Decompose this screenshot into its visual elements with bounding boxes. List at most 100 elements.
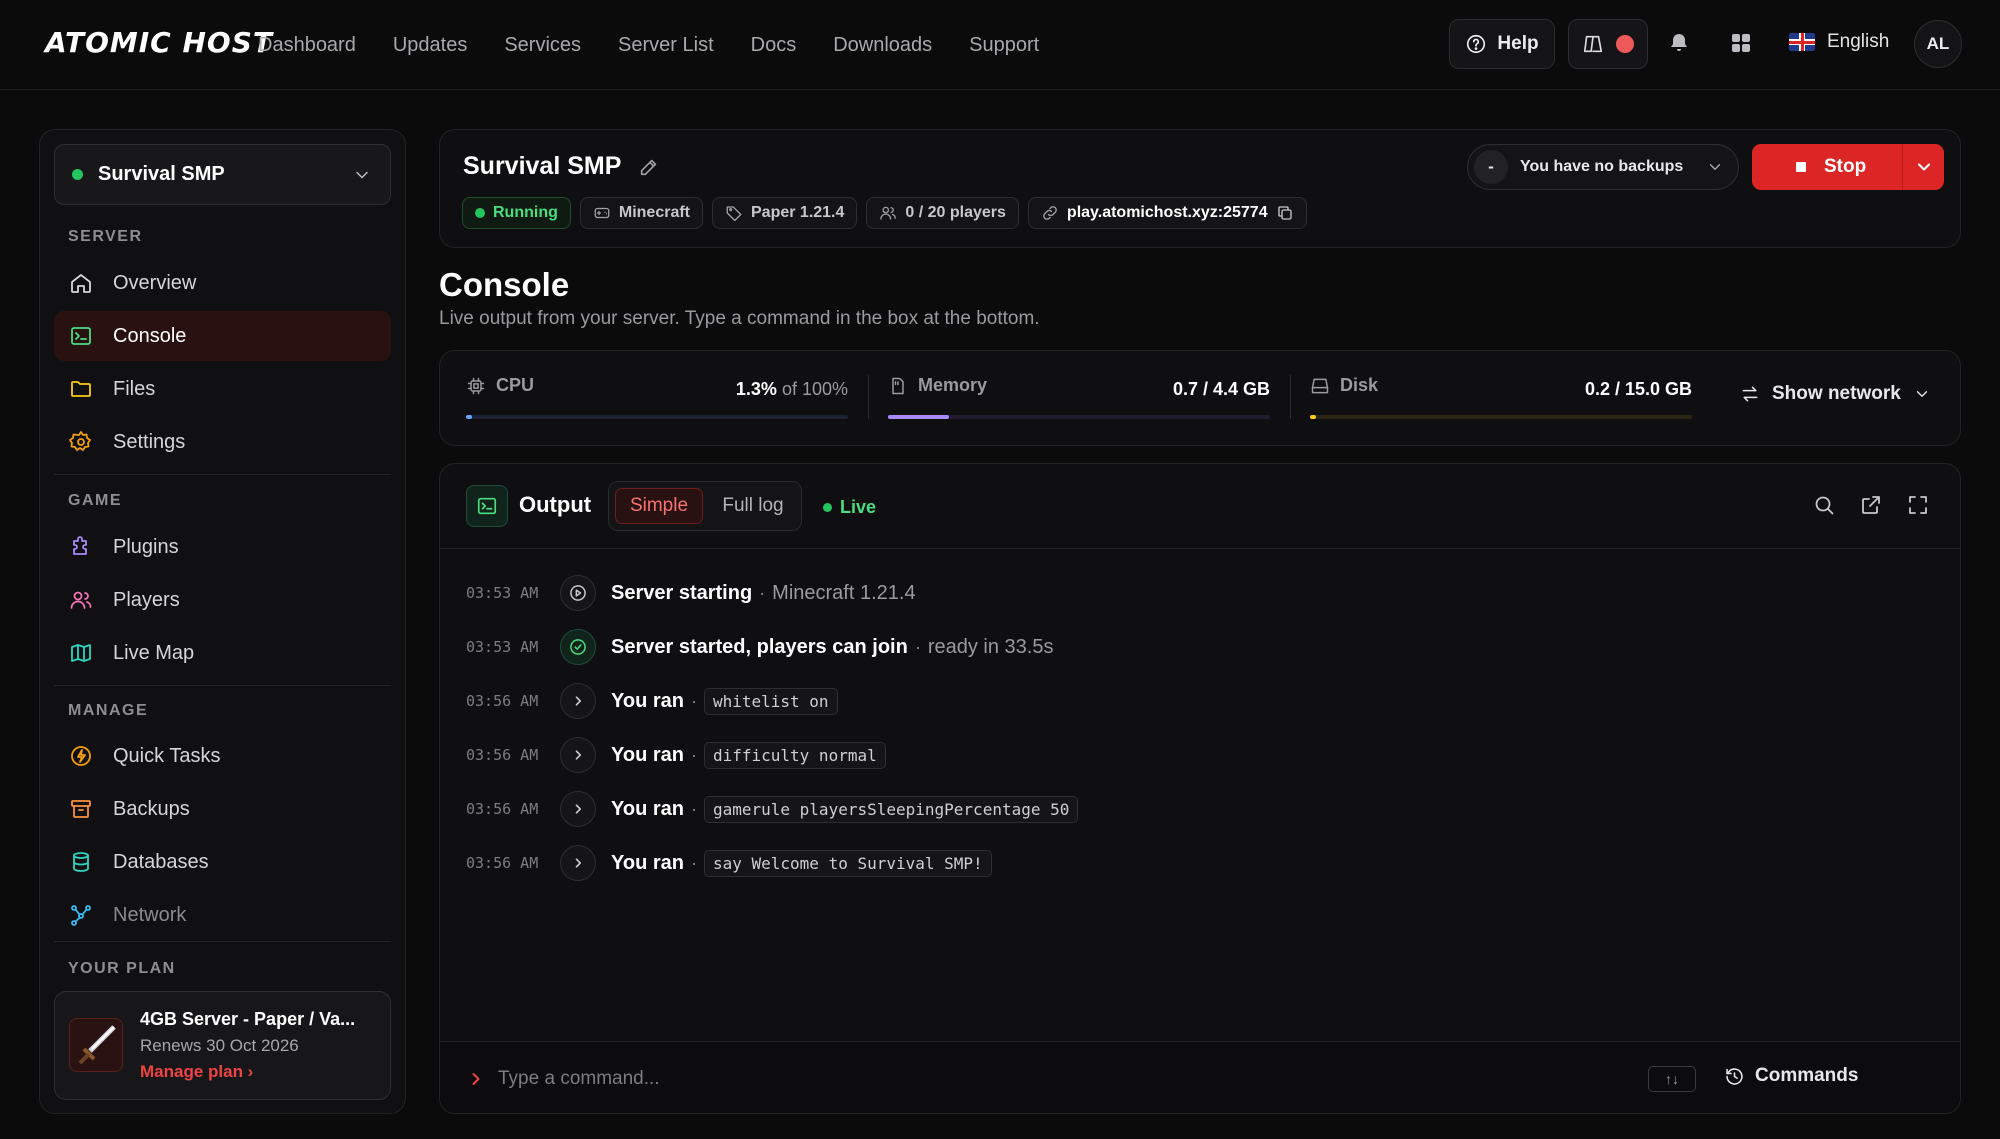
language-label: English <box>1827 31 1890 52</box>
chevron-down-icon <box>356 171 368 179</box>
show-network-label: Show network <box>1772 383 1901 404</box>
chevron-down-icon <box>1916 391 1927 397</box>
commands-button[interactable]: Commands <box>1724 1065 1858 1087</box>
uk-flag-icon <box>1789 33 1815 51</box>
output-header: Output Simple Full log Live <box>440 464 1960 549</box>
section-your-plan: YOUR PLAN <box>68 960 176 977</box>
server-address-chip[interactable]: play.atomichost.xyz:25774 <box>1027 197 1307 229</box>
sidebar-item-label: Backups <box>113 797 190 820</box>
puzzle-icon <box>73 536 87 555</box>
disk-icon <box>1311 378 1329 393</box>
mode-simple-tab[interactable]: Simple <box>615 488 703 524</box>
status-label: Running <box>493 204 558 221</box>
server-selector[interactable]: Survival SMP <box>54 144 391 205</box>
game-chip: Minecraft <box>579 197 703 229</box>
nav-support[interactable]: Support <box>969 34 1039 57</box>
online-status-dot <box>72 169 83 180</box>
log-message: You ran <box>611 689 684 712</box>
log-mode-toggle: Simple Full log <box>608 481 802 531</box>
users-icon <box>70 591 92 609</box>
backup-count-badge: - <box>1474 150 1508 184</box>
sidebar-item-backups[interactable]: Backups <box>54 784 391 834</box>
log-message: You ran <box>611 851 684 874</box>
plan-card[interactable]: 4GB Server - Paper / Va... Renews 30 Oct… <box>54 991 391 1100</box>
user-avatar[interactable]: AL <box>1914 20 1962 68</box>
status-indicator-dot <box>1616 35 1634 53</box>
sidebar-item-players[interactable]: Players <box>54 575 391 625</box>
sidebar-item-plugins[interactable]: Plugins <box>54 522 391 572</box>
servers-icon <box>1583 35 1603 53</box>
disk-bar <box>1310 415 1692 419</box>
home-icon <box>71 274 91 293</box>
sidebar-item-label: Network <box>113 903 187 926</box>
sidebar-item-settings[interactable]: Settings <box>54 417 391 467</box>
cpu-suffix: of 100% <box>776 379 848 399</box>
nav-dashboard[interactable]: Dashboard <box>258 34 356 57</box>
log-command: whitelist on <box>703 687 838 715</box>
nav-updates[interactable]: Updates <box>393 34 468 57</box>
help-label: Help <box>1497 33 1539 54</box>
cpu-usage: 1.3% <box>735 379 777 399</box>
log-entry: 03:56 AM You ran · difficulty normal <box>466 735 886 775</box>
chevron-right-icon <box>560 845 596 881</box>
disk-stat: Disk 0.2 / 15.0 GB <box>1310 351 1692 447</box>
log-separator: · <box>914 636 921 657</box>
bell-icon[interactable] <box>1667 31 1691 55</box>
manage-plan-link[interactable]: Manage plan › <box>140 1062 253 1082</box>
chevron-down-icon <box>1709 164 1721 170</box>
help-circle-icon <box>1467 34 1486 54</box>
log-detail: Minecraft 1.21.4 <box>772 581 916 604</box>
server-address: play.atomichost.xyz:25774 <box>1066 204 1268 221</box>
language-selector[interactable]: English <box>1789 31 1889 53</box>
sidebar-item-files[interactable]: Files <box>54 364 391 414</box>
sidebar-item-quick-tasks[interactable]: Quick Tasks <box>54 731 391 781</box>
memory-label: Memory <box>918 375 988 395</box>
atomic-host-logo[interactable]: ATOMIC HOST <box>45 26 273 59</box>
nav-services[interactable]: Services <box>504 34 581 57</box>
log-timestamp: 03:56 AM <box>466 854 539 872</box>
server-status-button[interactable] <box>1568 19 1648 69</box>
copy-icon[interactable] <box>1276 204 1294 222</box>
command-input[interactable] <box>498 1062 1298 1096</box>
fullscreen-icon[interactable] <box>1906 493 1930 517</box>
main-nav: Dashboard Updates Services Server List D… <box>258 0 1039 90</box>
external-link-icon[interactable] <box>1859 493 1883 517</box>
sidebar-item-console[interactable]: Console <box>54 311 391 361</box>
command-bar: ↑↓ Commands <box>440 1041 1960 1113</box>
cpu-stat: CPU 1.3% of 100% <box>466 351 848 447</box>
prompt-chevron-icon <box>472 1073 480 1085</box>
game-label: Minecraft <box>618 204 690 221</box>
nav-server-list[interactable]: Server List <box>618 34 714 57</box>
gamepad-icon <box>594 207 610 219</box>
show-network-toggle[interactable]: Show network <box>1740 383 1931 405</box>
log-separator: · <box>759 582 766 603</box>
sidebar-item-overview[interactable]: Overview <box>54 258 391 308</box>
live-indicator: Live <box>823 497 876 518</box>
history-icon <box>1726 1067 1743 1085</box>
log-timestamp: 03:56 AM <box>466 800 539 818</box>
apps-grid-icon[interactable] <box>1729 31 1753 55</box>
stat-divider <box>1290 375 1291 419</box>
sidebar-item-network[interactable]: Network <box>54 890 391 940</box>
log-timestamp: 03:56 AM <box>466 692 539 710</box>
help-button[interactable]: Help <box>1449 19 1555 69</box>
chevron-down-icon[interactable] <box>1914 157 1934 177</box>
sidebar-item-label: Settings <box>113 430 186 453</box>
pencil-icon[interactable] <box>638 156 660 178</box>
backups-dropdown[interactable]: - You have no backups <box>1467 144 1739 190</box>
check-icon <box>560 629 596 665</box>
stat-divider <box>868 375 869 419</box>
nav-downloads[interactable]: Downloads <box>833 34 932 57</box>
stop-button[interactable]: Stop <box>1752 144 1944 190</box>
sidebar-item-live-map[interactable]: Live Map <box>54 628 391 678</box>
search-icon[interactable] <box>1812 493 1836 517</box>
sidebar-item-label: Quick Tasks <box>113 744 221 767</box>
sidebar-item-label: Files <box>113 377 156 400</box>
mode-full-log-tab[interactable]: Full log <box>709 488 797 524</box>
sidebar-item-databases[interactable]: Databases <box>54 837 391 887</box>
server-header-card: Survival SMP Running Minecraft Paper 1.2… <box>439 129 1961 248</box>
nav-docs[interactable]: Docs <box>751 34 797 57</box>
plan-renewal: Renews 30 Oct 2026 <box>140 1036 299 1055</box>
log-separator: · <box>690 690 697 711</box>
log-timestamp: 03:53 AM <box>466 584 539 602</box>
